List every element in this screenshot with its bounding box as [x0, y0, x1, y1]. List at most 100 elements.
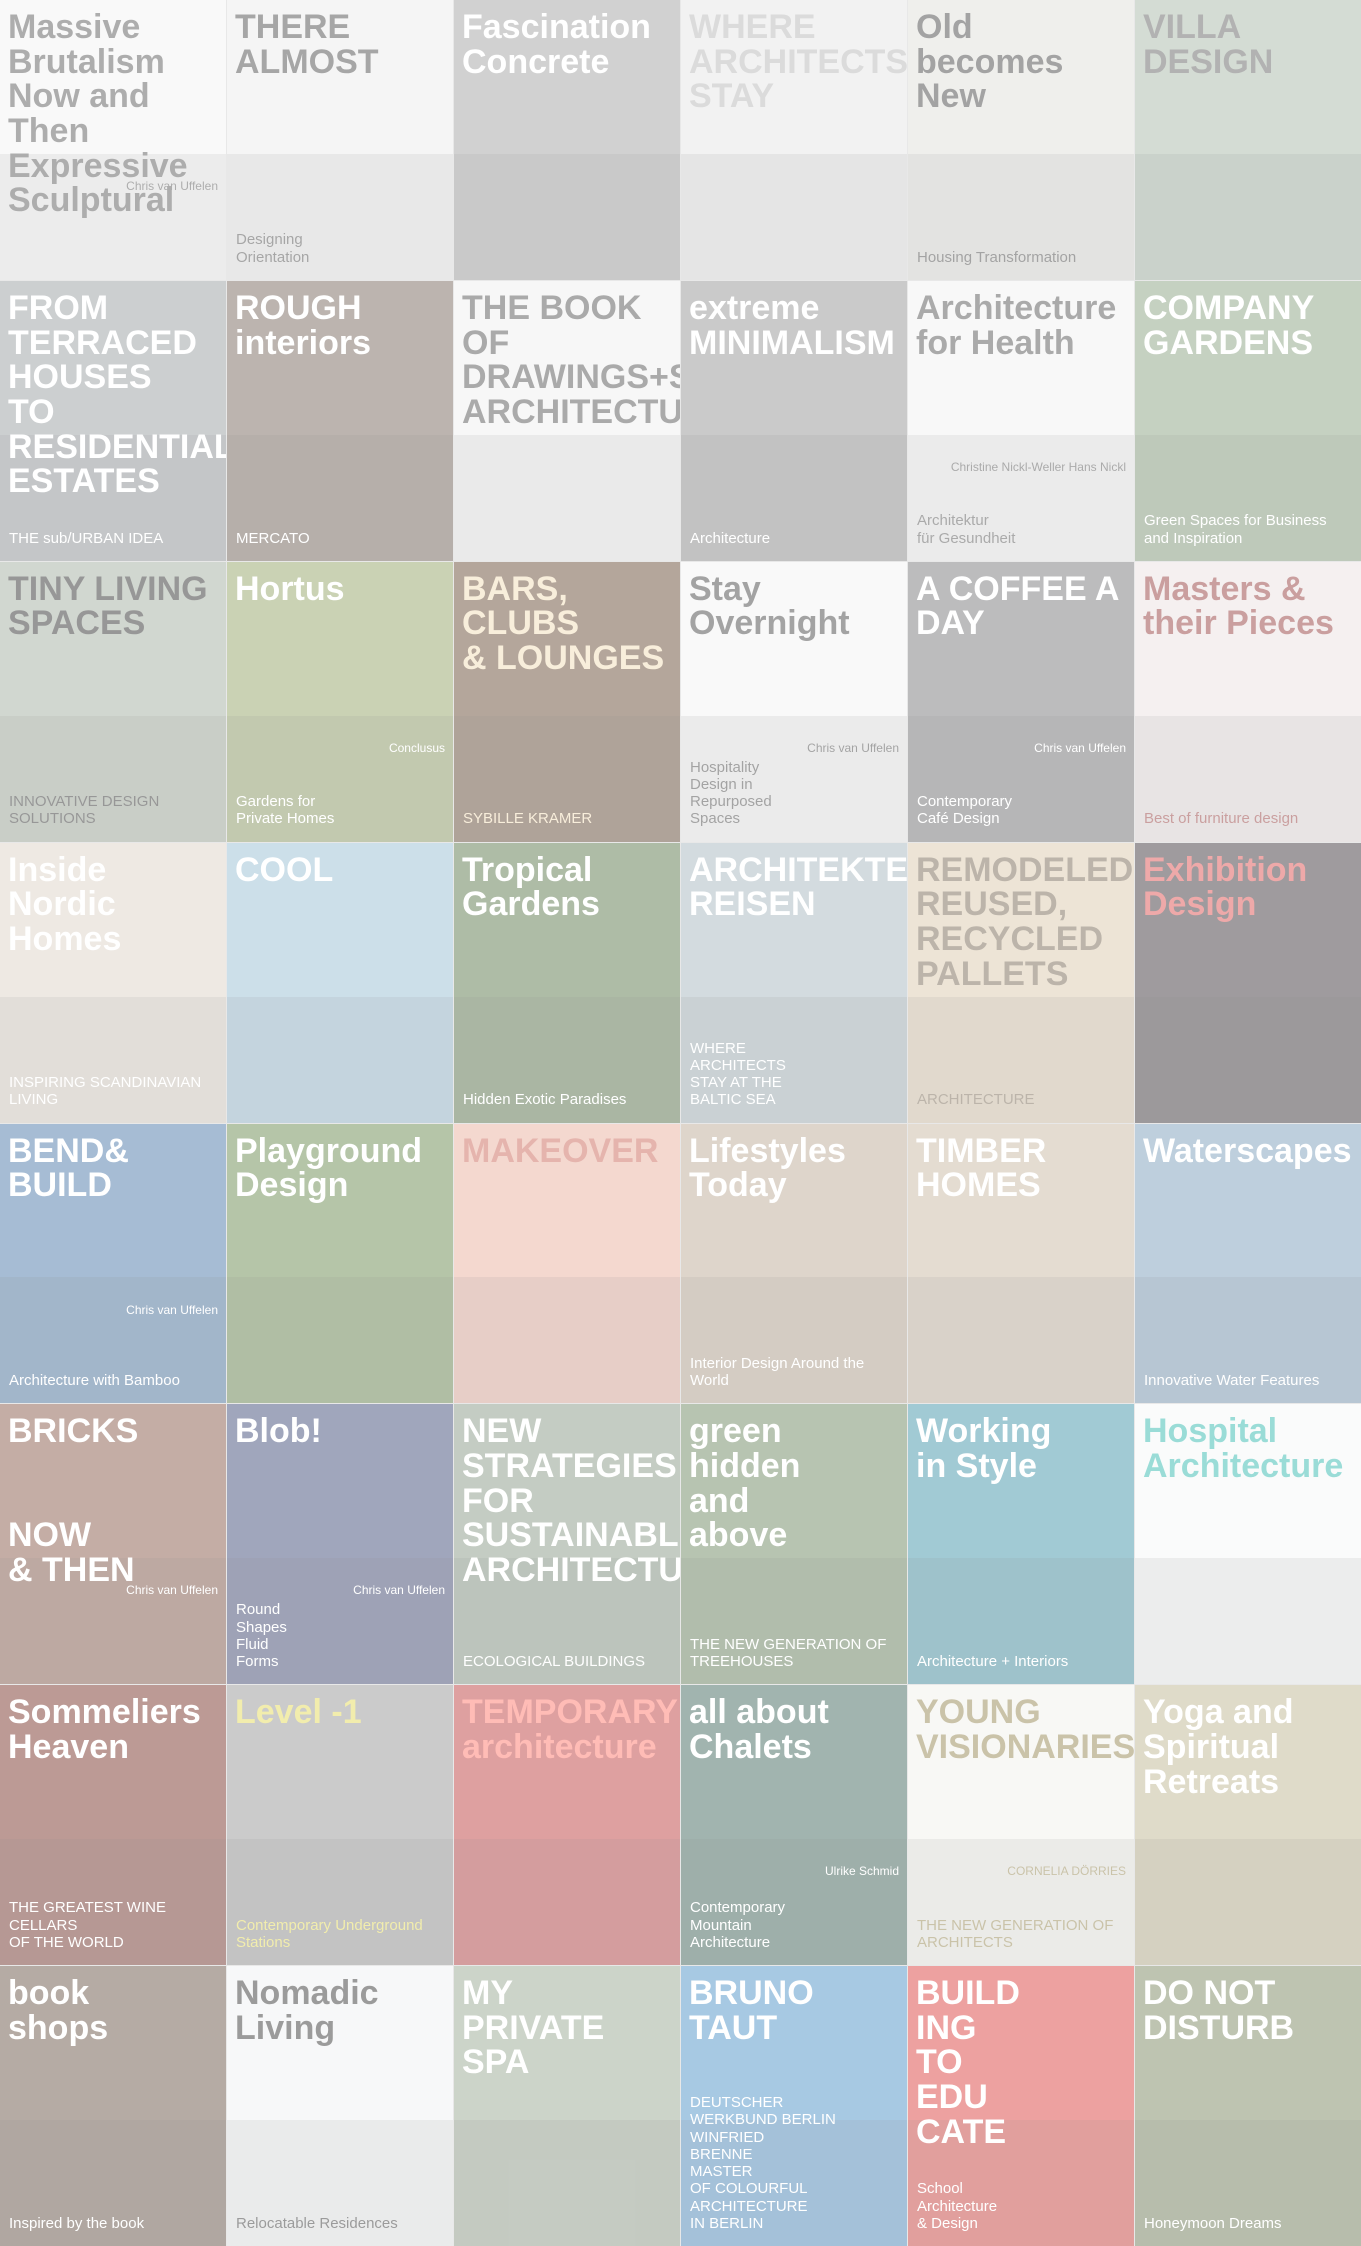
cover-subtitle: Architecture	[690, 529, 771, 547]
book-cover[interactable]: Old becomes New Housing Transformation	[908, 0, 1134, 280]
cover-title: extreme MINIMALISM	[689, 288, 895, 362]
cover-subtitle: ARCHITECTURE	[917, 1091, 1035, 1109]
cover-title: Stay Overnight	[689, 569, 850, 643]
cover-subtitle: Hidden Exotic Paradises	[463, 1091, 627, 1109]
cover-subtitle: Honeymoon Dreams	[1144, 2214, 1282, 2232]
book-cover[interactable]: BUILD ING TO EDU CATE School Architecture…	[908, 1966, 1134, 2246]
book-cover[interactable]: Level -1 Contemporary Underground Station…	[227, 1685, 453, 1966]
cover-subtitle: THE NEW GENERATION OF ARCHITECTS	[917, 1916, 1114, 1951]
cover-author: Chris van Uffelen	[807, 740, 899, 755]
book-cover[interactable]: WHERE ARCHITECTS STAY	[681, 0, 907, 280]
cover-subtitle: Round Shapes Fluid Forms	[236, 1601, 287, 1670]
cover-title: THERE ALMOST	[235, 8, 379, 81]
cover-subtitle: Designing Orientation	[236, 231, 310, 266]
book-cover[interactable]: NEW STRATEGIES FOR SUSTAINABLE ARCHITECT…	[454, 1404, 680, 1685]
cover-author: CORNELIA DÖRRIES	[1007, 1864, 1126, 1879]
book-cover[interactable]: BARS, CLUBS & LOUNGES SYBILLE KRAMER	[454, 561, 680, 842]
cover-subtitle: WHERE ARCHITECTS STAY AT THE BALTIC SEA	[690, 1039, 786, 1109]
book-cover[interactable]: Exhibition Design	[1135, 842, 1361, 1123]
book-cover[interactable]: Massive Brutalism Now and Then Expressiv…	[0, 0, 226, 280]
cover-image	[454, 2120, 680, 2246]
book-cover[interactable]: green hidden and above THE NEW GENERATION…	[681, 1404, 907, 1685]
book-cover[interactable]: Architecture for Health Architektur für G…	[908, 280, 1134, 561]
cover-subtitle: THE sub/URBAN IDEA	[9, 529, 164, 547]
cover-title: Fascination Concrete	[462, 8, 651, 81]
cover-title: Yoga and Spiritual Retreats	[1143, 1693, 1294, 1801]
book-cover[interactable]: Working in Style Architecture + Interiors	[908, 1404, 1134, 1685]
book-cover[interactable]: Stay Overnight Hospitality Design in Repu…	[681, 561, 907, 842]
cover-title: green hidden and above	[689, 1412, 801, 1555]
book-cover[interactable]: Tropical Gardens Hidden Exotic Paradises	[454, 842, 680, 1123]
cover-author: Conclusus	[388, 740, 445, 755]
book-cover-grid: Massive Brutalism Now and Then Expressiv…	[0, 0, 1361, 2246]
cover-subtitle: INNOVATIVE DESIGN SOLUTIONS	[9, 793, 160, 828]
book-cover[interactable]: Fascination Concrete	[454, 0, 680, 280]
book-cover[interactable]: Blob! Round Shapes Fluid Forms Chris van U…	[227, 1404, 453, 1685]
cover-title: all about Chalets	[689, 1693, 829, 1766]
book-cover[interactable]: all about Chalets Contemporary Mountain A…	[681, 1685, 907, 1966]
book-cover[interactable]: Playground Design	[227, 1123, 453, 1404]
cover-title: Level -1	[235, 1693, 362, 1732]
cover-title: Inside Nordic Homes	[8, 850, 122, 958]
book-cover[interactable]: Nomadic Living Relocatable Residences	[227, 1966, 453, 2246]
cover-title: Tropical Gardens	[462, 850, 600, 924]
cover-subtitle: Architecture + Interiors	[917, 1653, 1069, 1670]
book-cover[interactable]: book shops Inspired by the book	[0, 1966, 226, 2246]
cover-author: Ulrike Schmid	[824, 1864, 899, 1879]
cover-subtitle: INSPIRING SCANDINAVIAN LIVING	[9, 1074, 202, 1109]
book-cover[interactable]: DO NOT DISTURB Honeymoon Dreams	[1135, 1966, 1361, 2246]
cover-subtitle: Contemporary Café Design	[917, 793, 1013, 828]
cover-title: ARCHITEKTEN REISEN	[689, 850, 907, 924]
cover-title: TIMBER HOMES	[916, 1131, 1047, 1205]
book-cover[interactable]: Masters & their Pieces Best of furniture …	[1135, 561, 1361, 842]
book-cover[interactable]: Lifestyles Today Interior Design Around t…	[681, 1123, 907, 1404]
book-cover[interactable]: Sommeliers Heaven THE GREATEST WINE CELLA…	[0, 1685, 226, 1966]
cover-author: Chris van Uffelen	[126, 179, 218, 194]
book-cover[interactable]: Waterscapes Innovative Water Features	[1135, 1123, 1361, 1404]
book-cover[interactable]: THE BOOK OF DRAWINGS+SKETCHES ARCHITECTU…	[454, 280, 680, 561]
book-cover[interactable]: BRICKS NOW & THEN Chris van Uffelen	[0, 1404, 226, 1685]
book-cover[interactable]: Yoga and Spiritual Retreats	[1135, 1685, 1361, 1966]
cover-title: COOL	[235, 850, 334, 889]
book-cover[interactable]: THERE ALMOST Designing Orientation	[227, 0, 453, 280]
cover-subtitle: THE NEW GENERATION OF TREEHOUSES	[690, 1635, 887, 1670]
cover-subtitle: Best of furniture design	[1144, 810, 1299, 828]
book-cover[interactable]: Hospital Architecture	[1135, 1404, 1361, 1685]
cover-subtitle: Contemporary Mountain Architecture	[690, 1899, 786, 1951]
cover-subtitle: THE GREATEST WINE CELLARS OF THE WORLD	[9, 1899, 166, 1951]
book-cover[interactable]: Inside Nordic Homes INSPIRING SCANDINAVIA…	[0, 842, 226, 1123]
book-cover[interactable]: FROM TERRACED HOUSES TO RESIDENTIAL ESTA…	[0, 280, 226, 561]
book-cover[interactable]: ARCHITEKTEN REISEN WHERE ARCHITECTS STAY …	[681, 842, 907, 1123]
cover-image	[454, 1839, 680, 1966]
cover-title: Exhibition Design	[1143, 850, 1308, 924]
cover-title: ROUGH interiors	[235, 288, 372, 362]
book-cover[interactable]: TEMPORARY architecture	[454, 1685, 680, 1966]
book-cover[interactable]: MAKEOVER	[454, 1123, 680, 1404]
cover-subtitle: Green Spaces for Business and Inspiratio…	[1144, 512, 1327, 547]
book-cover[interactable]: VILLA DESIGN	[1135, 0, 1361, 280]
cover-subtitle: Gardens for Private Homes	[236, 793, 335, 828]
cover-subtitle: Innovative Water Features	[1144, 1372, 1320, 1390]
book-cover[interactable]: YOUNG VISIONARIES THE NEW GENERATION OF A…	[908, 1685, 1134, 1966]
book-cover[interactable]: TINY LIVING SPACES INNOVATIVE DESIGN SOLU…	[0, 561, 226, 842]
cover-title: COMPANY GARDENS	[1143, 288, 1314, 362]
cover-title: BRUNO TAUT	[689, 1974, 814, 2047]
book-cover[interactable]: MY PRIVATE SPA	[454, 1966, 680, 2246]
cover-title: BUILD ING TO EDU CATE	[916, 1974, 1020, 2151]
cover-title: Nomadic Living	[235, 1974, 379, 2047]
book-cover[interactable]: extreme MINIMALISM Architecture	[681, 280, 907, 561]
cover-title: BRICKS NOW & THEN	[8, 1412, 139, 1590]
book-cover[interactable]: COMPANY GARDENS Green Spaces for Business…	[1135, 280, 1361, 561]
cover-subtitle: Hospitality Design in Repurposed Spaces	[690, 758, 772, 828]
cover-image	[1135, 996, 1361, 1123]
book-cover[interactable]: REMODELED, REUSED, RECYCLED PALLETS ARCHI…	[908, 842, 1134, 1123]
book-cover[interactable]: COOL	[227, 842, 453, 1123]
book-cover[interactable]: A COFFEE A DAY Contemporary Café Design Ch…	[908, 561, 1134, 842]
book-cover[interactable]: BEND& BUILD Architecture with Bamboo Chris…	[0, 1123, 226, 1404]
cover-title: DO NOT DISTURB	[1143, 1974, 1295, 2047]
book-cover[interactable]: TIMBER HOMES	[908, 1123, 1134, 1404]
book-cover[interactable]: Hortus Gardens for Private Homes Conclusus	[227, 561, 453, 842]
book-cover[interactable]: ROUGH interiors MERCATO	[227, 280, 453, 561]
cover-image	[1135, 1839, 1361, 1966]
book-cover[interactable]: BRUNO TAUT DEUTSCHER WERKBUND BERLIN WINF…	[681, 1966, 907, 2246]
